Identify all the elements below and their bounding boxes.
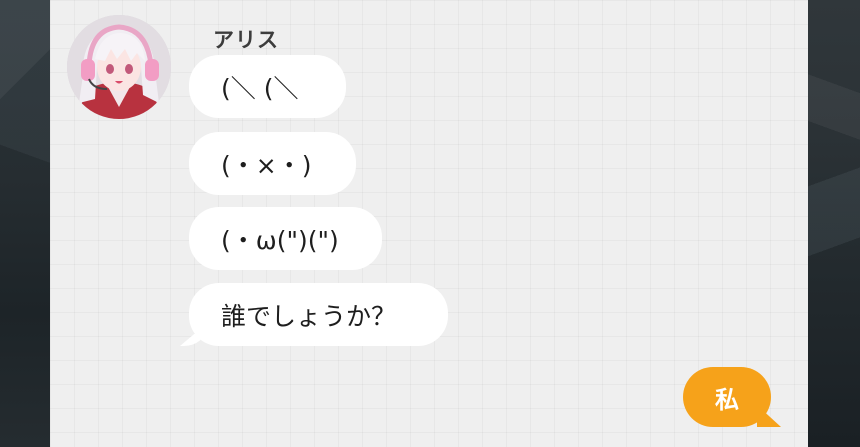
message-bubble: 誰でしょうか？	[189, 283, 448, 346]
message-bubble: (・×・)	[189, 132, 356, 195]
chat-panel: アリス (＼ (＼ (・×・) (・ω(")(") 誰でしょうか？ 私	[50, 0, 808, 447]
reply-choice-button[interactable]: 私	[683, 367, 771, 427]
anime-girl-avatar-icon	[67, 15, 171, 119]
background-right	[808, 0, 860, 447]
sender-name: アリス	[213, 28, 279, 52]
sender-avatar	[67, 15, 171, 119]
message-bubble: (・ω(")(")	[189, 207, 382, 270]
background-left	[0, 0, 50, 447]
message-bubble: (＼ (＼	[189, 55, 346, 118]
